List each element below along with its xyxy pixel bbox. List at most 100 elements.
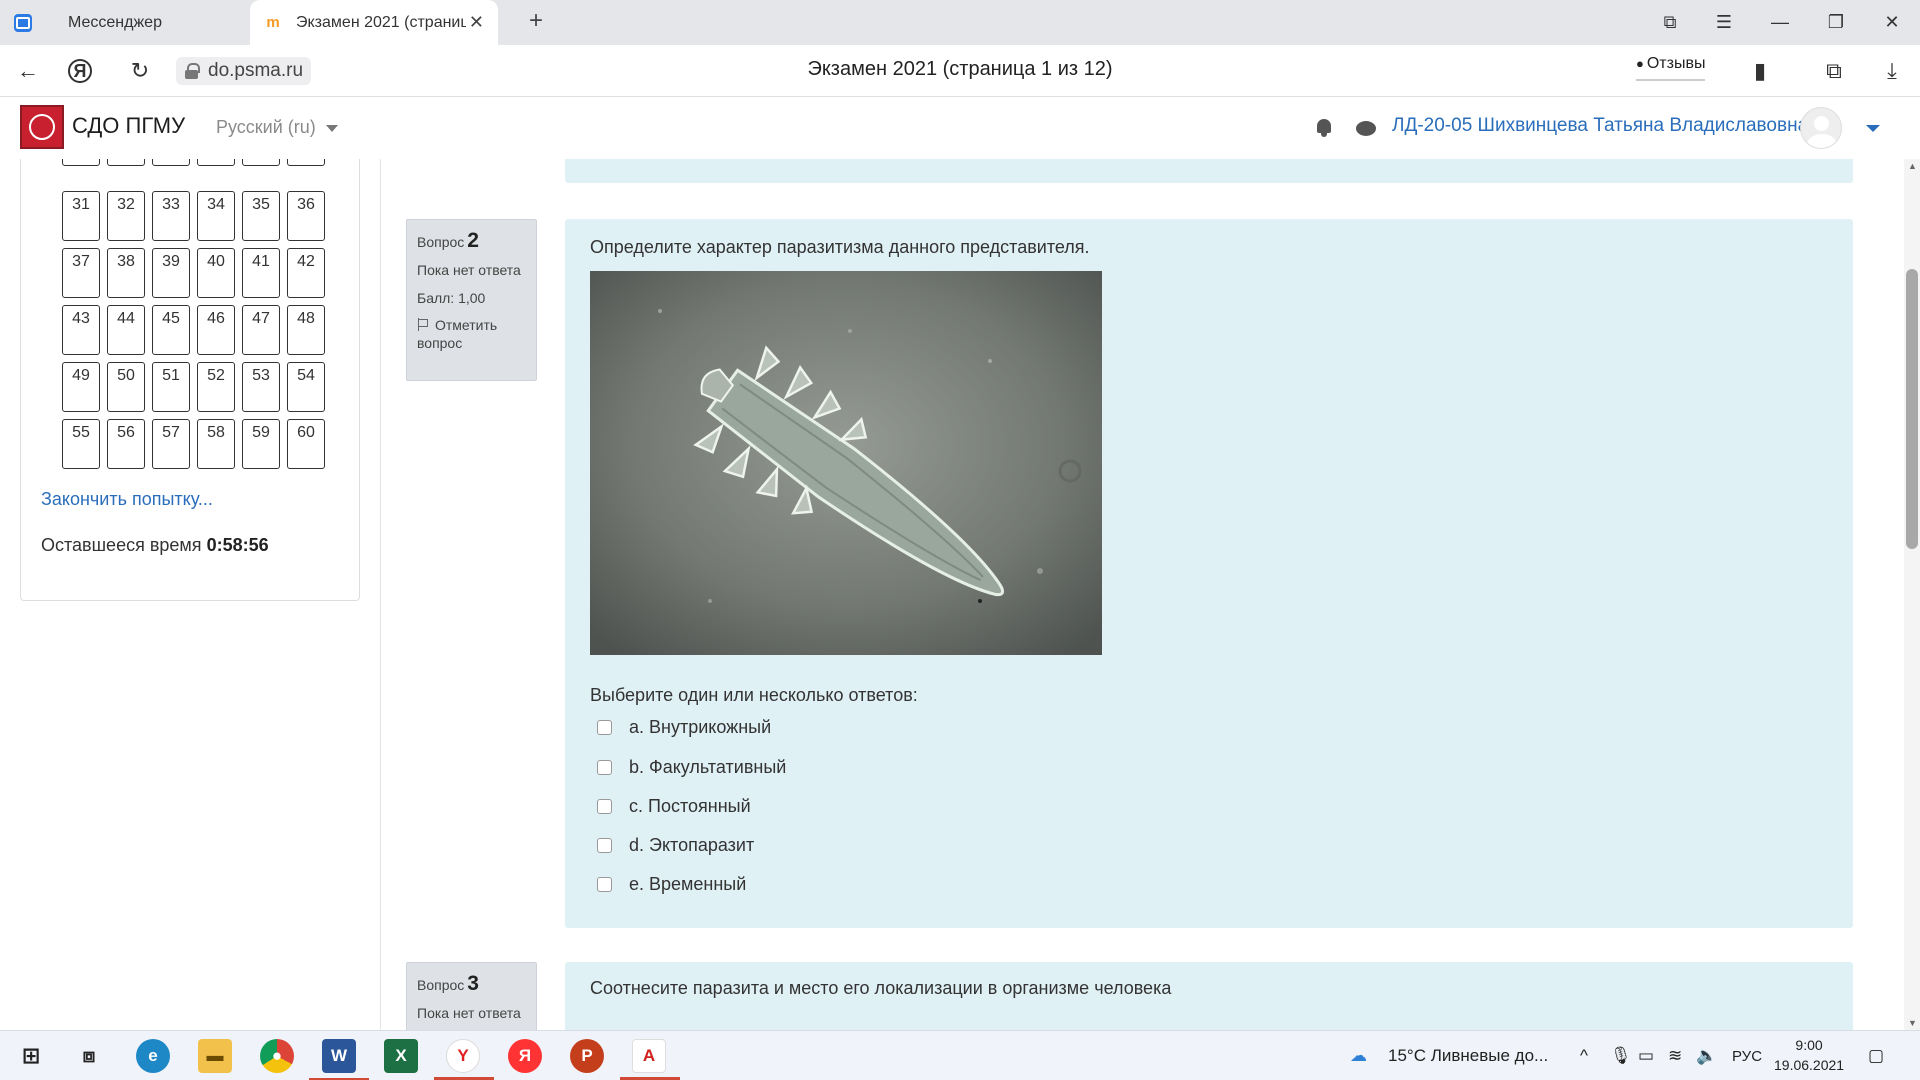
tabs-panel-icon[interactable]: ⧉ (1818, 55, 1850, 87)
user-menu-name[interactable]: ЛД-20-05 Шихвинцева Татьяна Владиславовн… (1392, 115, 1808, 137)
quiz-nav-button[interactable]: 26 (107, 159, 145, 166)
quiz-nav-button[interactable]: 36 (287, 191, 325, 241)
weather-text[interactable]: 15°C Ливневые до... (1388, 1046, 1548, 1066)
quiz-nav-button[interactable]: 49 (62, 362, 100, 412)
scroll-thumb[interactable] (1906, 269, 1918, 549)
quiz-nav-button[interactable]: 59 (242, 419, 280, 469)
quiz-nav-button[interactable]: 55 (62, 419, 100, 469)
yandex-browser-icon[interactable]: Y (434, 1039, 494, 1080)
answer-option-a[interactable]: a. Внутрикожный (597, 715, 771, 739)
university-logo[interactable] (20, 105, 64, 149)
quiz-nav-button[interactable]: 42 (287, 248, 325, 298)
chrome-icon[interactable]: ● (260, 1039, 294, 1073)
quiz-nav-button[interactable]: 40 (197, 248, 235, 298)
answer-option-c[interactable]: c. Постоянный (597, 794, 751, 818)
notification-center-icon[interactable]: ▢ (1868, 1046, 1884, 1066)
answer-checkbox[interactable] (597, 798, 612, 814)
question-2-info: Вопрос 2 Пока нет ответа Балл: 1,00 Отмет… (406, 219, 537, 381)
volume-icon[interactable]: 🔈 (1696, 1046, 1717, 1066)
acrobat-icon[interactable]: A (620, 1039, 680, 1080)
finish-attempt-link[interactable]: Закончить попытку... (41, 489, 213, 510)
yandex-icon[interactable]: Я (508, 1039, 542, 1073)
menu-icon[interactable]: ☰ (1704, 8, 1744, 36)
avatar[interactable] (1800, 107, 1842, 149)
quiz-nav-button[interactable]: 48 (287, 305, 325, 355)
quiz-nav-button[interactable]: 46 (197, 305, 235, 355)
edge-icon[interactable]: e (136, 1039, 170, 1073)
system-clock[interactable]: 9:00 19.06.2021 (1774, 1035, 1844, 1075)
answer-option-d[interactable]: d. Эктопаразит (597, 833, 754, 857)
quiz-nav-button[interactable]: 57 (152, 419, 190, 469)
quiz-nav-button[interactable]: 41 (242, 248, 280, 298)
quiz-nav-button[interactable]: 45 (152, 305, 190, 355)
site-brand[interactable]: СДО ПГМУ (72, 113, 185, 139)
quiz-nav-button[interactable]: 51 (152, 362, 190, 412)
answer-option-b[interactable]: b. Факультативный (597, 755, 786, 779)
excel-icon[interactable]: X (384, 1039, 418, 1073)
battery-icon[interactable]: ▭ (1638, 1046, 1654, 1066)
language-selector[interactable]: Русский (ru) (216, 117, 338, 138)
yandex-home-icon[interactable]: Я (68, 59, 92, 83)
quiz-nav-button[interactable]: 38 (107, 248, 145, 298)
bookmark-icon[interactable]: ▮ (1744, 55, 1776, 87)
task-view-icon[interactable]: ⧈ (72, 1039, 106, 1073)
quiz-nav-button[interactable]: 47 (242, 305, 280, 355)
collections-icon[interactable]: ⧉ (1650, 8, 1690, 36)
question-label: Вопрос (417, 234, 465, 250)
quiz-nav-button[interactable]: 58 (197, 419, 235, 469)
new-tab-button[interactable]: + (520, 6, 552, 38)
url-field[interactable]: do.psma.ru (176, 57, 312, 85)
notifications-bell-icon[interactable] (1316, 119, 1332, 137)
weather-icon[interactable]: ☁ (1350, 1046, 1367, 1066)
quiz-nav-button[interactable]: 43 (62, 305, 100, 355)
quiz-nav-button[interactable]: 28 (197, 159, 235, 166)
page-scrollbar[interactable]: ▲ ▼ (1904, 159, 1920, 1030)
input-language[interactable]: РУС (1732, 1048, 1762, 1065)
quiz-nav-button[interactable]: 60 (287, 419, 325, 469)
quiz-nav-button[interactable]: 39 (152, 248, 190, 298)
quiz-nav-button[interactable]: 31 (62, 191, 100, 241)
quiz-nav-button[interactable]: 27 (152, 159, 190, 166)
messages-icon[interactable] (1356, 121, 1376, 136)
quiz-nav-button[interactable]: 50 (107, 362, 145, 412)
feedback-button[interactable]: Отзывы (1636, 55, 1706, 81)
answer-checkbox[interactable] (597, 876, 612, 892)
quiz-nav-button[interactable]: 44 (107, 305, 145, 355)
quiz-nav-button[interactable]: 52 (197, 362, 235, 412)
back-button[interactable]: ← (12, 55, 44, 87)
word-icon[interactable]: W (309, 1039, 369, 1080)
answer-option-e[interactable]: e. Временный (597, 872, 746, 896)
tab-exam[interactable]: m Экзамен 2021 (страница 1 из 12) ✕ (250, 0, 498, 45)
chevron-down-icon[interactable] (1866, 125, 1880, 132)
download-icon[interactable]: ⤓ (1876, 55, 1908, 87)
wifi-icon[interactable]: ≋ (1668, 1046, 1682, 1066)
restore-button[interactable]: ❐ (1816, 8, 1856, 36)
quiz-nav-button[interactable]: 32 (107, 191, 145, 241)
minimize-button[interactable]: — (1760, 8, 1800, 36)
chevron-up-icon[interactable]: ^ (1580, 1046, 1588, 1066)
microphone-icon[interactable]: 🎙 (1610, 1046, 1632, 1066)
file-explorer-icon[interactable]: ▬ (198, 1039, 232, 1073)
quiz-nav-button[interactable]: 53 (242, 362, 280, 412)
answer-checkbox[interactable] (597, 837, 612, 853)
quiz-nav-button[interactable]: 54 (287, 362, 325, 412)
close-tab-icon[interactable]: ✕ (469, 12, 484, 33)
quiz-nav-button[interactable]: 25 (62, 159, 100, 166)
answer-checkbox[interactable] (597, 759, 612, 775)
tab-messenger[interactable]: Мессенджер (14, 0, 250, 45)
quiz-nav-button[interactable]: 33 (152, 191, 190, 241)
quiz-nav-button[interactable]: 37 (62, 248, 100, 298)
quiz-nav-button[interactable]: 29 (242, 159, 280, 166)
quiz-nav-button[interactable]: 30 (287, 159, 325, 166)
reload-button[interactable]: ↻ (124, 55, 156, 87)
answer-checkbox[interactable] (597, 719, 612, 735)
quiz-nav-button[interactable]: 34 (197, 191, 235, 241)
scroll-down-arrow-icon[interactable]: ▼ (1908, 1018, 1917, 1028)
powerpoint-icon[interactable]: P (570, 1039, 604, 1073)
quiz-nav-button[interactable]: 56 (107, 419, 145, 469)
scroll-up-arrow-icon[interactable]: ▲ (1908, 161, 1917, 171)
windows-start-icon[interactable]: ⊞ (14, 1039, 48, 1073)
flag-question-button[interactable]: Отметить вопрос (417, 317, 526, 352)
close-window-button[interactable]: ✕ (1872, 8, 1912, 36)
quiz-nav-button[interactable]: 35 (242, 191, 280, 241)
